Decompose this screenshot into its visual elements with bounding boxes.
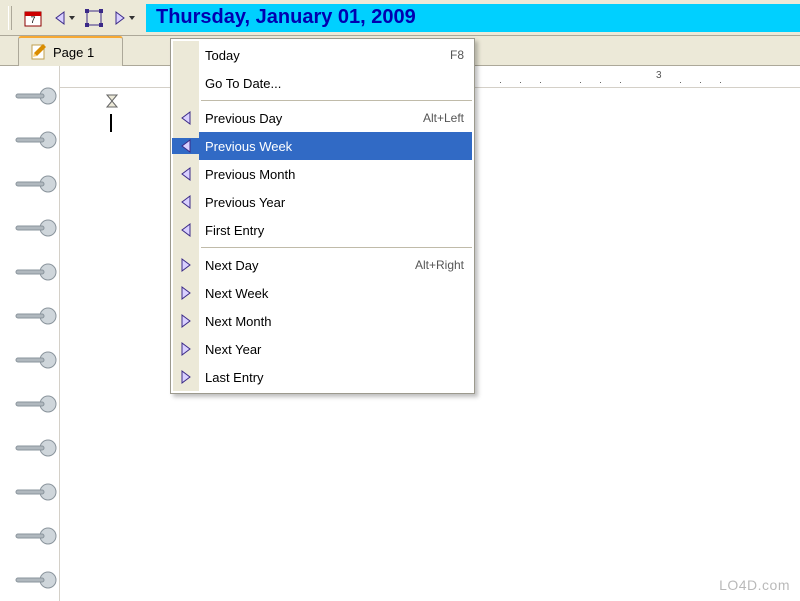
left-arrow-icon [53, 10, 67, 26]
binding-column [0, 66, 60, 601]
menu-separator [201, 247, 472, 248]
prev-nav-button[interactable] [49, 4, 79, 32]
menu-label: Last Entry [205, 370, 464, 385]
binder-ring-icon [10, 262, 60, 282]
right-arrow-icon [173, 286, 199, 300]
date-text: Thursday, January 01, 2009 [156, 6, 416, 29]
menu-item-last-entry[interactable]: Last Entry [199, 363, 472, 391]
menu-shortcut: F8 [450, 48, 464, 62]
right-arrow-icon [173, 314, 199, 328]
menu-item-next-year[interactable]: Next Year [199, 335, 472, 363]
binder-ring-icon [10, 130, 60, 150]
left-arrow-icon [173, 167, 199, 181]
left-arrow-icon [173, 139, 199, 153]
calendar-icon-button[interactable]: 7 [19, 4, 47, 32]
menu-item-previous-month[interactable]: Previous Month [199, 160, 472, 188]
binder-ring-icon [10, 218, 60, 238]
menu-item-previous-year[interactable]: Previous Year [199, 188, 472, 216]
left-arrow-icon [173, 195, 199, 209]
toolbar-grip [8, 6, 12, 30]
menu-shortcut: Alt+Right [415, 258, 464, 272]
left-arrow-icon [173, 223, 199, 237]
menu-label: Today [205, 48, 450, 63]
menu-label: Previous Month [205, 167, 464, 182]
calendar-icon: 7 [23, 8, 43, 28]
right-arrow-icon [173, 370, 199, 384]
menu-item-previous-week[interactable]: Previous Week [199, 132, 472, 160]
today-nav-button[interactable] [81, 4, 107, 32]
text-cursor [110, 114, 112, 132]
binder-ring-icon [10, 438, 60, 458]
indent-marker-icon[interactable] [106, 94, 118, 108]
menu-label: Go To Date... [205, 76, 464, 91]
right-arrow-icon [113, 10, 127, 26]
square-frame-icon [85, 9, 103, 27]
menu-label: Next Month [205, 314, 464, 329]
menu-separator [201, 100, 472, 101]
right-arrow-icon [173, 342, 199, 356]
menu-label: Previous Week [205, 139, 464, 154]
menu-label: Next Day [205, 258, 415, 273]
menu-shortcut: Alt+Left [423, 111, 464, 125]
menu-gutter [173, 41, 199, 391]
tab-label: Page 1 [53, 45, 94, 60]
binder-ring-icon [10, 86, 60, 106]
pencil-page-icon [29, 43, 47, 61]
toolbar: 7 Thursday, January 01, 2009 [0, 0, 800, 36]
menu-label: First Entry [205, 223, 464, 238]
binder-ring-icon [10, 394, 60, 414]
watermark: LO4D.com [719, 577, 790, 593]
menu-item-next-month[interactable]: Next Month [199, 307, 472, 335]
next-nav-button[interactable] [109, 4, 139, 32]
left-arrow-icon [173, 111, 199, 125]
binder-ring-icon [10, 526, 60, 546]
menu-item-previous-day[interactable]: Previous Day Alt+Left [199, 104, 472, 132]
menu-label: Next Week [205, 286, 464, 301]
dropdown-arrow-icon [129, 16, 135, 20]
binder-ring-icon [10, 306, 60, 326]
menu-label: Previous Day [205, 111, 423, 126]
tab-page1[interactable]: Page 1 [18, 36, 123, 66]
svg-text:7: 7 [30, 15, 35, 25]
date-banner: Thursday, January 01, 2009 [146, 4, 800, 32]
menu-item-today[interactable]: Today F8 [199, 41, 472, 69]
binder-ring-icon [10, 174, 60, 194]
menu-item-goto-date[interactable]: Go To Date... [199, 69, 472, 97]
navigation-menu: Today F8 Go To Date... Previous Day Alt+… [170, 38, 475, 394]
binder-ring-icon [10, 350, 60, 370]
binder-ring-icon [10, 570, 60, 590]
menu-label: Previous Year [205, 195, 464, 210]
ruler-number: 3 [656, 70, 662, 81]
menu-item-next-week[interactable]: Next Week [199, 279, 472, 307]
dropdown-arrow-icon [69, 16, 75, 20]
menu-label: Next Year [205, 342, 464, 357]
menu-item-first-entry[interactable]: First Entry [199, 216, 472, 244]
right-arrow-icon [173, 258, 199, 272]
binder-ring-icon [10, 482, 60, 502]
menu-item-next-day[interactable]: Next Day Alt+Right [199, 251, 472, 279]
